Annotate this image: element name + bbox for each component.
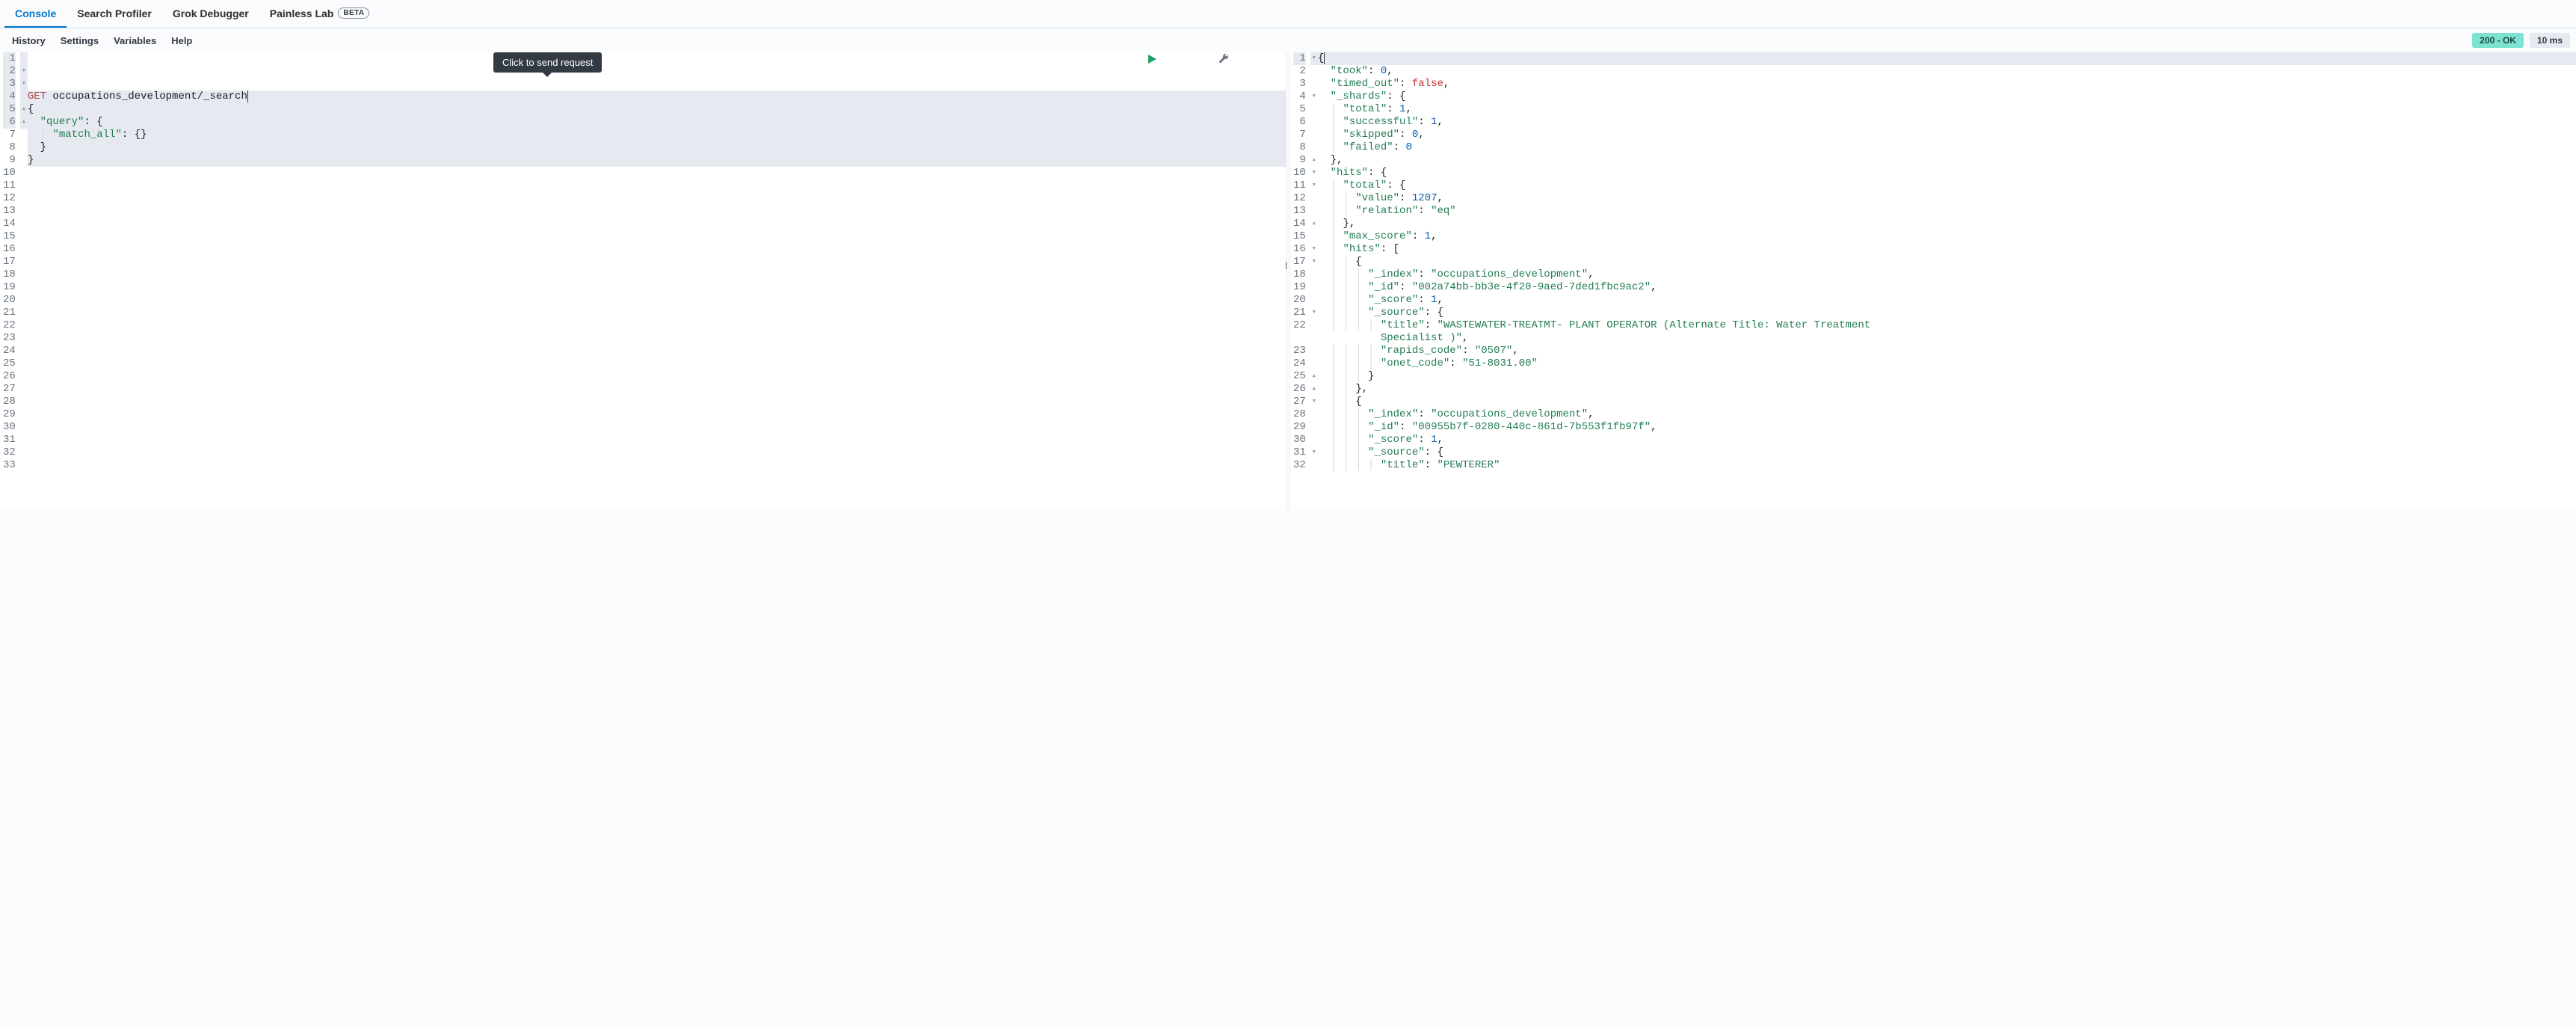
status-badge: 200 - OK [2472,33,2524,48]
toolbar-variables[interactable]: Variables [106,31,164,51]
toolbar-settings[interactable]: Settings [53,31,106,51]
response-gutter: 1234567891011121314151617181920212223242… [1290,52,1310,510]
toolbar-help[interactable]: Help [164,31,200,51]
request-gutter: 1234567891011121314151617181920212223242… [0,52,20,510]
beta-badge: BETA [338,7,369,19]
pane-divider[interactable]: || [1286,52,1290,510]
play-icon[interactable] [1148,52,1211,89]
dev-tools-tabs: Console Search Profiler Grok Debugger Pa… [0,0,2576,28]
drag-handle-icon: || [1285,262,1286,270]
tab-grok-debugger[interactable]: Grok Debugger [162,1,259,28]
response-status-area: 200 - OK 10 ms [2472,33,2570,48]
tab-painless-lab[interactable]: Painless Lab BETA [259,1,380,28]
tab-search-profiler[interactable]: Search Profiler [67,1,162,28]
console-toolbar: History Settings Variables Help Click to… [0,28,2576,52]
response-viewer[interactable]: 1234567891011121314151617181920212223242… [1290,52,2576,510]
response-code: { "took": 0, "timed_out": false, "_shard… [1318,52,2576,510]
send-request-tooltip: Click to send request [493,52,602,73]
wrench-icon[interactable] [1218,52,1281,90]
request-editor[interactable]: 1234567891011121314151617181920212223242… [0,52,1286,510]
response-time-badge: 10 ms [2530,33,2570,48]
console-panes: 1234567891011121314151617181920212223242… [0,52,2576,510]
tab-console[interactable]: Console [4,1,67,28]
tab-painless-lab-label: Painless Lab [270,7,334,19]
request-fold-column[interactable]: ▾▾▴▴ [20,52,28,510]
toolbar-history[interactable]: History [4,31,53,51]
request-code[interactable]: GET occupations_development/_search{ "qu… [28,52,1286,510]
request-actions [1148,52,1281,65]
response-fold-column[interactable]: ▾▾▴▾▾▴▾▾▾▴▴▾▾ [1310,52,1318,510]
